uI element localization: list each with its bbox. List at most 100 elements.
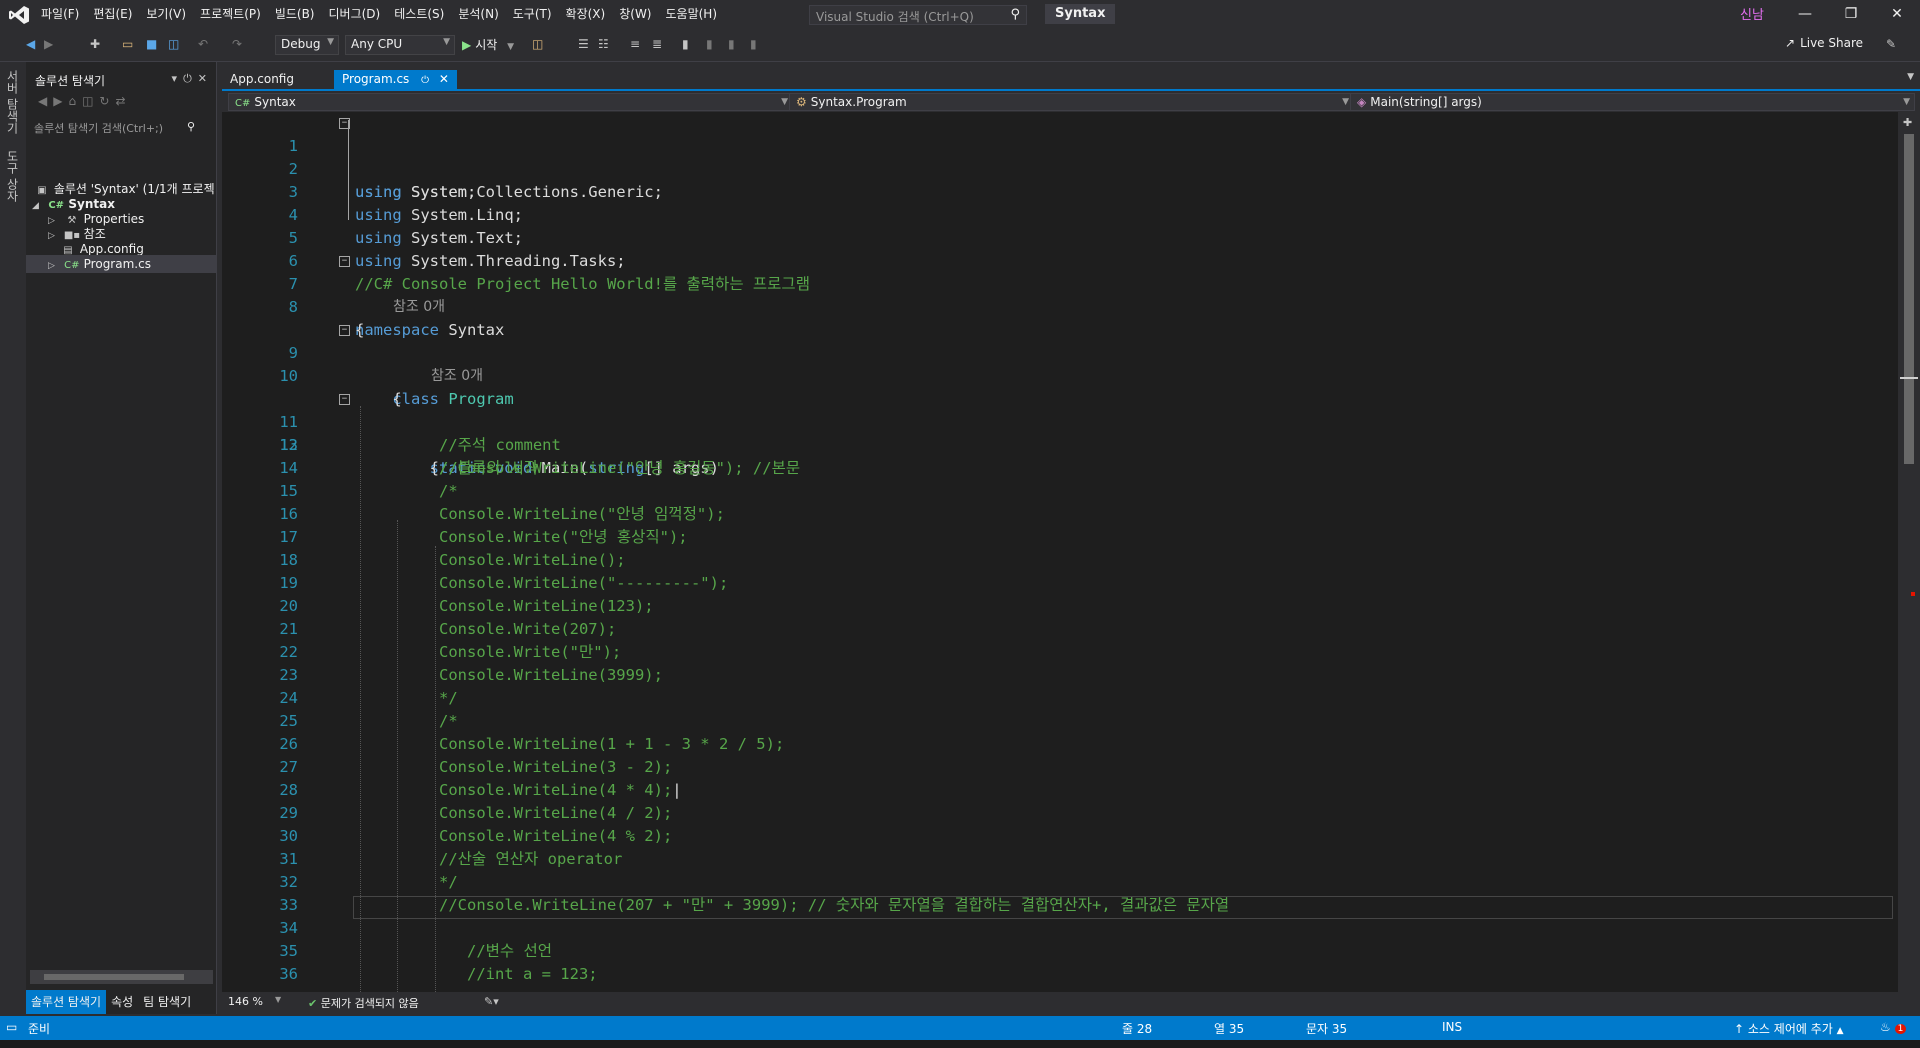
menu-build[interactable]: 빌드(B) [268, 0, 322, 28]
collapse-icon[interactable]: − [339, 394, 350, 405]
back-icon[interactable]: ◀ [26, 37, 35, 51]
tab-app-config[interactable]: App.config [222, 70, 302, 89]
type-combo[interactable]: ⚙ Syntax.Program ▼ [789, 93, 1354, 111]
next-bookmark-icon[interactable]: ▮ [728, 37, 735, 51]
menu-tools[interactable]: 도구(T) [506, 0, 559, 28]
browser-link-icon[interactable]: ◫ [532, 37, 543, 51]
vertical-scrollbar[interactable]: ✚ [1898, 112, 1920, 992]
menu-analyze[interactable]: 분석(N) [451, 0, 505, 28]
notifications-button[interactable]: ♨ 1 [1880, 1020, 1907, 1034]
live-share-button[interactable]: ↗ Live Share [1785, 36, 1863, 50]
scrollbar-thumb[interactable] [1904, 134, 1914, 464]
tree-item-program-cs[interactable]: ▷ C# Program.cs [26, 255, 217, 273]
status-insert-mode: INS [1442, 1020, 1463, 1034]
member-combo[interactable]: ◈ Main(string[] args) ▼ [1350, 93, 1915, 111]
comment-icon[interactable]: ≡ [630, 37, 640, 51]
split-editor-icon[interactable]: ✚ [1903, 116, 1912, 129]
toolbox-tab[interactable]: 도구 상자 [4, 150, 21, 202]
line-number: 23 [279, 666, 298, 684]
minimize-icon[interactable]: — [1782, 0, 1828, 28]
comment: /* [439, 712, 458, 730]
tab-properties[interactable]: 속성 [106, 990, 138, 1014]
bookmark-icon[interactable]: ▮ [682, 37, 689, 51]
line-number: 24 [279, 689, 298, 707]
csproj-icon: C# [235, 98, 251, 109]
code-line: 7 − namespace Syntax [222, 250, 1898, 339]
search-icon[interactable]: ⚲ [187, 120, 195, 133]
scrollbar-thumb[interactable] [44, 974, 184, 980]
new-project-icon[interactable]: ✚ [90, 37, 100, 51]
chevron-down-icon[interactable]: ▼ [1907, 72, 1914, 82]
menu-extensions[interactable]: 확장(X) [559, 0, 613, 28]
open-folder-icon[interactable]: ▭ [122, 37, 133, 51]
start-button[interactable]: ▶ 시작 ▼ [462, 36, 514, 53]
save-icon[interactable]: ■ [146, 37, 157, 51]
close-icon[interactable]: ✕ [439, 72, 449, 86]
collapsed-arrow-icon[interactable]: ▷ [48, 257, 60, 275]
line-number: 28 [279, 781, 298, 799]
tab-program-cs[interactable]: Program.cs ⏻ ✕ [334, 70, 457, 89]
platform-select[interactable]: Any CPU ▼ [345, 35, 455, 55]
output-window-icon[interactable]: ▭ [6, 1020, 17, 1034]
code-line: 36 //int a = 123; [222, 963, 1898, 986]
source-control-button[interactable]: ↑ 소스 제어에 추가 ▲ [1734, 1020, 1844, 1037]
restore-icon[interactable]: ❐ [1828, 0, 1874, 28]
code-line: 3 using System.Linq; [222, 158, 1898, 224]
step-over-icon[interactable]: ☷ [598, 37, 609, 51]
chevron-down-icon: ▼ [1903, 97, 1910, 107]
menu-project[interactable]: 프로젝트(P) [193, 0, 268, 28]
menu-view[interactable]: 보기(V) [139, 0, 193, 28]
chevron-up-icon: ▲ [1836, 1026, 1844, 1036]
panel-header-icons[interactable]: ▾⏻✕ [172, 72, 213, 86]
code-cleanup-icon[interactable]: ✎▾ [484, 995, 499, 1008]
collapse-icon[interactable]: − [339, 325, 350, 336]
line-number: 20 [279, 597, 298, 615]
close-icon[interactable]: ✕ [1874, 0, 1920, 28]
menu-help[interactable]: 도움말(H) [659, 0, 725, 28]
step-into-icon[interactable]: ☰ [578, 37, 589, 51]
search-icon[interactable]: ⚲ [1010, 7, 1020, 22]
tab-team-explorer[interactable]: 팀 탐색기 [138, 990, 196, 1014]
solution-explorer-toolbar[interactable]: ◀▶⌂◫↻⇄ [26, 94, 217, 116]
solution-title: Syntax [1045, 4, 1116, 24]
feedback-icon[interactable]: ✎ [1886, 37, 1896, 51]
clear-bookmarks-icon[interactable]: ▮ [750, 37, 757, 51]
line-number: 32 [279, 873, 298, 891]
pin-icon[interactable]: ⏻ [421, 75, 429, 86]
horizontal-scrollbar[interactable] [30, 970, 213, 984]
collapse-icon[interactable]: − [339, 118, 350, 129]
forward-icon[interactable]: ▶ [44, 37, 53, 51]
server-explorer-tab[interactable]: 서버 탐색기 [4, 70, 21, 134]
redo-icon[interactable]: ↷ [232, 37, 242, 51]
save-all-icon[interactable]: ◫ [168, 37, 179, 51]
comment: Console.WriteLine(3999); [439, 666, 663, 684]
line-number: 18 [279, 551, 298, 569]
menu-edit[interactable]: 편집(E) [86, 0, 139, 28]
codelens-references[interactable]: 참조 0개 [431, 365, 483, 388]
user-account[interactable]: 신남 [1740, 4, 1764, 23]
menu-debug[interactable]: 디버그(D) [322, 0, 388, 28]
solution-explorer-search-input[interactable]: 솔루션 탐색기 검색(Ctrl+;) ⚲ [30, 120, 213, 138]
code-line: 32 */ [222, 871, 1898, 894]
menu-file[interactable]: 파일(F) [34, 0, 86, 28]
uncomment-icon[interactable]: ≣ [652, 37, 662, 51]
comment: Console.WriteLine(4 % 2); [439, 827, 673, 845]
zoom-level[interactable]: 146 % [228, 995, 263, 1008]
project-combo[interactable]: C# Syntax ▼ [228, 93, 793, 111]
tab-solution-explorer[interactable]: 솔루션 탐색기 [26, 990, 107, 1014]
issues-indicator[interactable]: ✔ 문제가 검색되지 않음 [308, 995, 419, 1011]
comment: //주석 comment [439, 436, 561, 454]
code-line: 13 //주석 comment [222, 434, 1898, 457]
code-editor[interactable]: 1 − using System; 2 using System.Collect… [222, 112, 1898, 992]
prev-bookmark-icon[interactable]: ▮ [706, 37, 713, 51]
collapse-icon[interactable]: − [339, 256, 350, 267]
menu-window[interactable]: 창(W) [612, 0, 658, 28]
chevron-down-icon[interactable]: ▼ [275, 995, 281, 1004]
line-number: 8 [288, 298, 298, 316]
undo-icon[interactable]: ↶ [198, 37, 208, 51]
configuration-select[interactable]: Debug ▼ [275, 35, 339, 55]
menu-test[interactable]: 테스트(S) [387, 0, 451, 28]
line-number: 19 [279, 574, 298, 592]
vs-search-input[interactable]: Visual Studio 검색 (Ctrl+Q) ⚲ [809, 5, 1027, 25]
codelens-references[interactable]: 참조 0개 [393, 296, 445, 319]
